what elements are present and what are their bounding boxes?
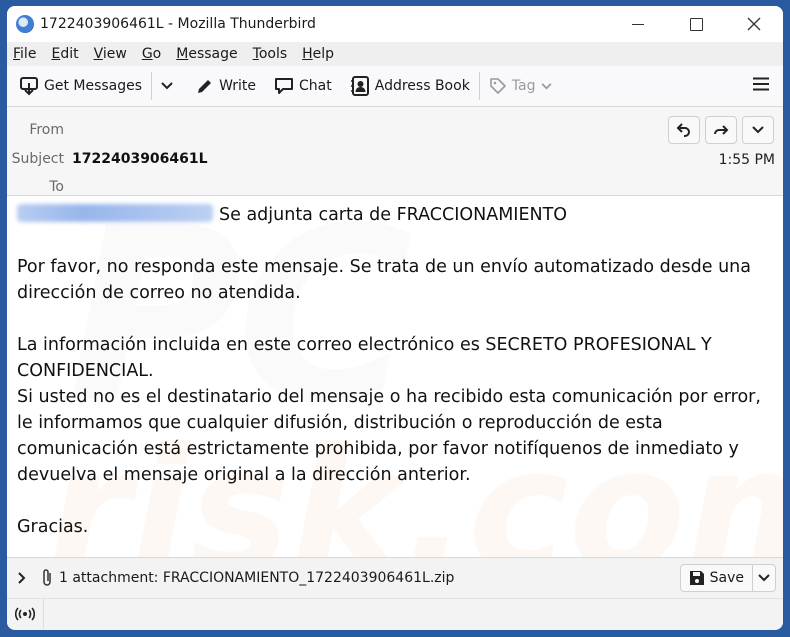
toolbar-divider (478, 72, 480, 100)
reply-button[interactable] (668, 116, 700, 144)
main-toolbar: Get Messages Write Chat Address Book Tag (7, 66, 783, 107)
paragraph-disclaimer: Si usted no es el destinatario del mensa… (17, 387, 761, 485)
menu-message[interactable]: Message (176, 46, 237, 62)
message-time: 1:55 PM (718, 152, 775, 168)
tag-label: Tag (511, 78, 536, 94)
close-icon (747, 17, 761, 31)
minimize-icon (632, 23, 644, 25)
thunderbird-window: 1722403906461L - Mozilla Thunderbird Fil… (7, 6, 783, 630)
get-messages-label: Get Messages (44, 78, 143, 94)
chevron-down-icon (541, 82, 551, 89)
expand-chevron-icon[interactable] (17, 572, 27, 584)
forward-icon (714, 125, 729, 135)
chat-icon (275, 78, 294, 94)
status-bar (7, 598, 783, 629)
more-actions-button[interactable] (742, 116, 774, 144)
close-button[interactable] (725, 6, 783, 42)
write-button[interactable]: Write (190, 70, 262, 102)
address-book-label: Address Book (374, 78, 470, 94)
toolbar-divider (151, 72, 153, 100)
chevron-down-icon (752, 126, 764, 134)
menu-help[interactable]: Help (302, 46, 334, 62)
save-button[interactable]: Save (681, 565, 753, 591)
minimize-button[interactable] (609, 6, 667, 42)
tag-button[interactable]: Tag (483, 70, 563, 102)
chat-label: Chat (299, 78, 332, 94)
attachment-bar: 1 attachment: FRACCIONAMIENTO_1722403906… (7, 557, 783, 598)
maximize-button[interactable] (667, 6, 725, 42)
menu-file[interactable]: File (13, 46, 36, 62)
menu-tools[interactable]: Tools (253, 46, 288, 62)
message-body: PC risk.com Se adjunta carta de FRACCION… (7, 196, 783, 557)
save-attachment-group: Save (679, 564, 776, 592)
blurred-sender-email (17, 204, 213, 222)
intro-line: Se adjunta carta de FRACCIONAMIENTO (219, 205, 568, 225)
title-bar: 1722403906461L - Mozilla Thunderbird (7, 6, 783, 42)
paragraph-notice: Por favor, no responda este mensaje. Se … (17, 257, 751, 303)
sender-line: Se adjunta carta de FRACCIONAMIENTO (17, 202, 773, 228)
menu-go[interactable]: Go (142, 46, 161, 62)
address-book-button[interactable]: Address Book (344, 70, 476, 102)
online-status-icon[interactable] (15, 607, 35, 621)
from-label: From (29, 122, 64, 138)
subject-value: 1722403906461L (72, 151, 208, 167)
to-label: To (49, 179, 64, 195)
subject-label: Subject (11, 151, 64, 167)
hamburger-menu-icon (753, 77, 769, 91)
address-book-icon (350, 76, 369, 96)
get-messages-button[interactable]: Get Messages (13, 70, 148, 102)
chevron-down-icon (161, 82, 173, 90)
attachment-summary[interactable]: 1 attachment: FRACCIONAMIENTO_1722403906… (59, 570, 454, 586)
menu-bar: File Edit View Go Message Tools Help (7, 42, 783, 66)
message-header: From Subject To 1722403906461L 1:55 PM (7, 107, 783, 196)
menu-edit[interactable]: Edit (51, 46, 78, 62)
write-label: Write (219, 78, 257, 94)
maximize-icon (689, 17, 703, 31)
reply-icon (676, 123, 690, 137)
save-label: Save (709, 570, 744, 586)
get-messages-dropdown[interactable] (155, 70, 184, 102)
paragraph-confidential: La información incluida en este correo e… (17, 335, 712, 381)
thunderbird-logo-icon (16, 15, 34, 33)
pencil-icon (198, 80, 212, 93)
chevron-down-icon (758, 574, 770, 582)
status-divider (43, 599, 44, 629)
paperclip-icon (43, 569, 51, 586)
menu-view[interactable]: View (94, 46, 127, 62)
closing-line: Gracias. (17, 517, 89, 537)
app-menu-button[interactable] (753, 76, 769, 95)
save-dropdown[interactable] (753, 565, 775, 591)
forward-button[interactable] (705, 116, 737, 144)
chat-button[interactable]: Chat (268, 70, 338, 102)
tag-icon (489, 78, 506, 94)
floppy-disk-icon (689, 571, 704, 585)
download-mail-icon (20, 77, 38, 96)
window-title: 1722403906461L - Mozilla Thunderbird (40, 16, 316, 32)
